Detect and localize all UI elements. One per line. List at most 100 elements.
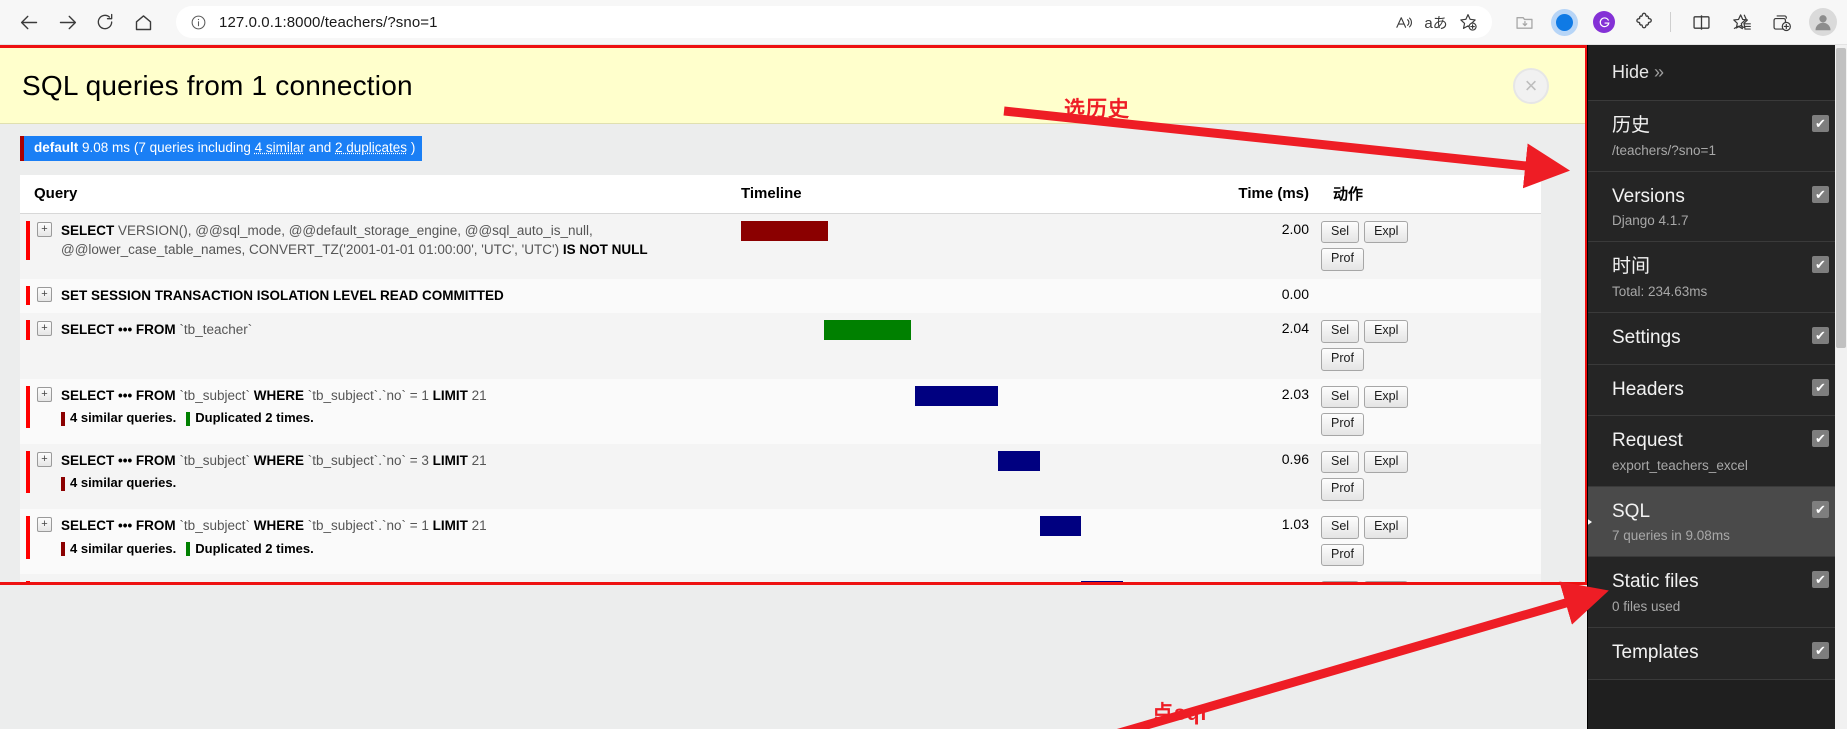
expl-button[interactable]: Expl bbox=[1364, 385, 1409, 409]
read-aloud-icon[interactable] bbox=[1388, 7, 1420, 37]
sidebar-item-request[interactable]: Request export_teachers_excel ✔ bbox=[1588, 416, 1847, 487]
hide-toolbar-button[interactable]: Hide » bbox=[1588, 45, 1847, 101]
page-title: SQL queries from 1 connection bbox=[22, 69, 413, 101]
severity-bar bbox=[26, 285, 30, 306]
site-info-icon[interactable] bbox=[190, 14, 207, 31]
add-favorite-icon[interactable] bbox=[1452, 7, 1484, 37]
timeline-bar bbox=[1081, 581, 1123, 582]
table-row[interactable]: + SELECT ••• FROM `tb_teacher` 2.04 Sel Expl… bbox=[20, 313, 1541, 379]
sidebar-item-subtext: 7 queries in 9.08ms bbox=[1612, 528, 1730, 544]
table-row[interactable]: + SELECT VERSION(), @@sql_mode, @@default… bbox=[20, 213, 1541, 279]
address-bar[interactable]: 127.0.0.1:8000/teachers/?sno=1 aあ bbox=[176, 6, 1492, 38]
expl-button[interactable]: Expl bbox=[1364, 320, 1409, 343]
sidebar-item-subtext: export_teachers_excel bbox=[1612, 457, 1748, 473]
sel-button[interactable]: Sel bbox=[1321, 450, 1360, 474]
expl-button[interactable]: Expl bbox=[1364, 450, 1409, 474]
expl-button[interactable]: Expl bbox=[1364, 220, 1409, 244]
forward-button[interactable] bbox=[48, 5, 86, 39]
collections-icon[interactable] bbox=[1506, 5, 1542, 39]
profile-avatar-icon[interactable] bbox=[1809, 8, 1837, 36]
table-row[interactable]: + SELECT ••• FROM `tb_subject` WHERE `tb_… bbox=[20, 574, 1541, 585]
query-actions-cell: SelExplProf bbox=[1315, 509, 1541, 574]
address-bar-text[interactable]: 127.0.0.1:8000/teachers/?sno=1 bbox=[219, 14, 1388, 31]
sidebar-scrollbar-thumb[interactable] bbox=[1836, 48, 1846, 348]
panel-enable-checkbox[interactable]: ✔ bbox=[1812, 256, 1829, 274]
query-actions-cell: SelExplProf bbox=[1315, 213, 1541, 279]
translate-icon[interactable]: aあ bbox=[1420, 7, 1452, 37]
add-tab-group-icon[interactable] bbox=[1763, 5, 1799, 39]
panel-enable-checkbox[interactable]: ✔ bbox=[1812, 500, 1829, 518]
timeline-cell bbox=[735, 313, 1125, 378]
panel-enable-checkbox[interactable]: ✔ bbox=[1812, 115, 1829, 132]
query-cell: + SET SESSION TRANSACTION ISOLATION LEVEL… bbox=[20, 279, 735, 314]
sidebar-item-subtext: /teachers/?sno=1 bbox=[1612, 142, 1716, 158]
sidebar-item-templates[interactable]: Templates ✔ bbox=[1588, 628, 1847, 680]
sql-queries-table: Query Timeline Time (ms) 动作 + SELECT VERS… bbox=[20, 174, 1541, 585]
expl-button[interactable]: Expl bbox=[1364, 581, 1409, 582]
prof-button[interactable]: Prof bbox=[1321, 543, 1364, 567]
sidebar-item-sql[interactable]: SQL 7 queries in 9.08ms ✔ bbox=[1588, 486, 1847, 558]
reload-button[interactable] bbox=[86, 5, 124, 39]
expand-query-toggle[interactable]: + bbox=[37, 517, 52, 533]
sidebar-item-headers[interactable]: Headers ✔ bbox=[1588, 364, 1847, 417]
back-button[interactable] bbox=[10, 5, 48, 39]
severity-bar bbox=[26, 516, 30, 559]
sidebar-item-subtext: Total: 234.63ms bbox=[1612, 283, 1708, 299]
query-actions-cell: SelExplProf bbox=[1315, 574, 1541, 582]
sel-button[interactable]: Sel bbox=[1321, 320, 1360, 343]
prof-button[interactable]: Prof bbox=[1321, 413, 1364, 436]
sidebar-item-versions[interactable]: Versions Django 4.1.7 ✔ bbox=[1588, 171, 1847, 243]
sidebar-item-历史[interactable]: 历史/teachers/?sno=1 ✔ bbox=[1588, 101, 1847, 172]
connection-time: 9.08 ms bbox=[82, 140, 131, 155]
column-header-action[interactable]: 动作 bbox=[1315, 174, 1541, 214]
prof-button[interactable]: Prof bbox=[1321, 347, 1364, 371]
query-cell: + SELECT ••• FROM `tb_subject` WHERE `tb_… bbox=[20, 509, 735, 574]
expand-query-toggle[interactable]: + bbox=[37, 221, 52, 237]
prof-button[interactable]: Prof bbox=[1321, 248, 1364, 271]
query-time-cell: 2.04 bbox=[1281, 320, 1309, 337]
favorites-icon[interactable] bbox=[1723, 5, 1759, 39]
prof-button[interactable]: Prof bbox=[1321, 478, 1364, 502]
sel-button[interactable]: Sel bbox=[1321, 581, 1360, 582]
panel-enable-checkbox[interactable]: ✔ bbox=[1812, 642, 1829, 660]
extensions-icon[interactable] bbox=[1626, 5, 1662, 39]
split-screen-icon[interactable] bbox=[1683, 5, 1719, 39]
expand-query-toggle[interactable]: + bbox=[37, 386, 52, 402]
sidebar-item-static-files[interactable]: Static files 0 files used ✔ bbox=[1588, 557, 1847, 629]
duplicate-queries-link[interactable]: 2 duplicates bbox=[335, 140, 407, 155]
panel-enable-checkbox[interactable]: ✔ bbox=[1812, 378, 1829, 396]
home-button[interactable] bbox=[124, 5, 162, 39]
expand-query-toggle[interactable]: + bbox=[37, 286, 52, 302]
similar-queries-link[interactable]: 4 similar bbox=[255, 140, 305, 155]
grammarly-extension-icon[interactable] bbox=[1586, 5, 1622, 39]
toolbar-divider bbox=[1670, 12, 1671, 32]
sel-button[interactable]: Sel bbox=[1321, 220, 1360, 244]
table-row[interactable]: + SELECT ••• FROM `tb_subject` WHERE `tb_… bbox=[20, 378, 1541, 444]
table-row[interactable]: + SELECT ••• FROM `tb_subject` WHERE `tb_… bbox=[20, 443, 1541, 510]
column-header-time[interactable]: Time (ms) bbox=[1125, 174, 1315, 214]
panel-enable-checkbox[interactable]: ✔ bbox=[1812, 430, 1829, 448]
sidebar-scrollbar[interactable] bbox=[1835, 45, 1847, 729]
sel-button[interactable]: Sel bbox=[1321, 385, 1360, 409]
connection-and: and bbox=[308, 140, 332, 155]
column-header-timeline[interactable]: Timeline bbox=[735, 174, 1125, 214]
expand-query-toggle[interactable]: + bbox=[37, 321, 52, 337]
panel-enable-checkbox[interactable]: ✔ bbox=[1812, 326, 1829, 344]
close-icon[interactable]: × bbox=[1513, 67, 1549, 104]
djdt-panel-content: default 9.08 ms (7 queries including 4 s… bbox=[0, 124, 1585, 585]
sync-status-icon[interactable] bbox=[1546, 5, 1582, 39]
sidebar-item-时间[interactable]: 时间 Total: 234.63ms ✔ bbox=[1588, 242, 1847, 313]
expand-query-toggle[interactable]: + bbox=[37, 451, 52, 467]
query-actions-cell: SelExplProf bbox=[1315, 444, 1541, 509]
column-header-query[interactable]: Query bbox=[20, 174, 735, 214]
sel-button[interactable]: Sel bbox=[1321, 516, 1360, 539]
expl-button[interactable]: Expl bbox=[1364, 516, 1409, 539]
panel-enable-checkbox[interactable]: ✔ bbox=[1812, 185, 1829, 203]
query-time-cell: 1.02 bbox=[1125, 574, 1315, 582]
panel-enable-checkbox[interactable]: ✔ bbox=[1812, 571, 1829, 589]
sidebar-item-settings[interactable]: Settings ✔ bbox=[1588, 312, 1847, 365]
table-row[interactable]: + SET SESSION TRANSACTION ISOLATION LEVEL… bbox=[20, 278, 1541, 314]
action-button-group: SelExplProf bbox=[1321, 320, 1447, 371]
expand-query-toggle[interactable]: + bbox=[37, 582, 52, 585]
table-row[interactable]: + SELECT ••• FROM `tb_subject` WHERE `tb_… bbox=[20, 509, 1541, 575]
